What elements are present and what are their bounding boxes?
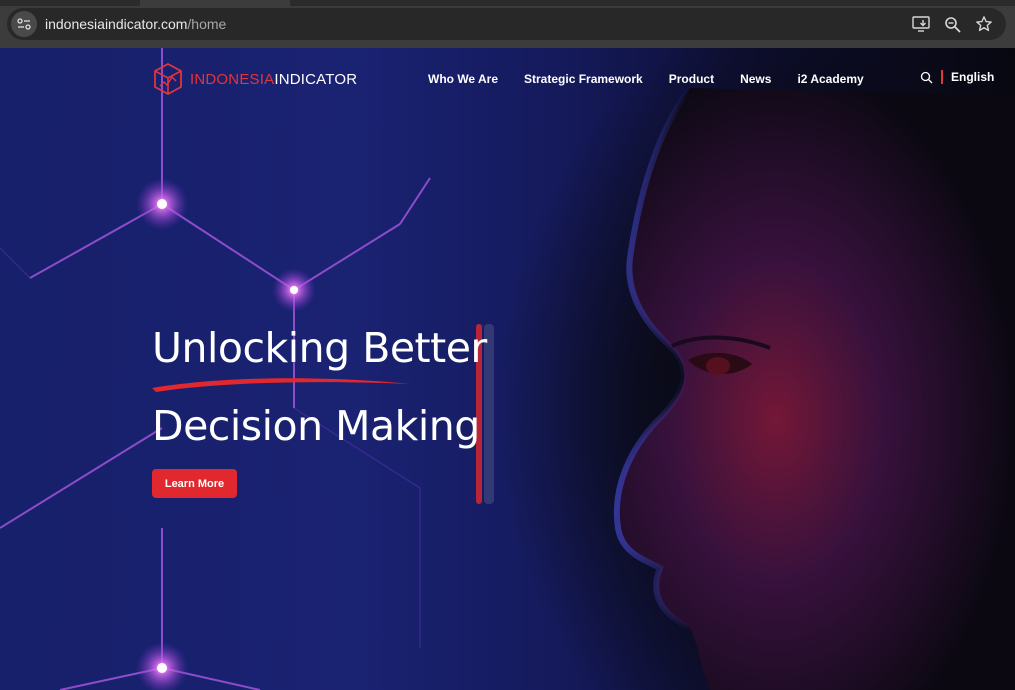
url-host: indonesiaindicator.com bbox=[45, 16, 188, 32]
tab-strip bbox=[0, 0, 1015, 6]
learn-more-button[interactable]: Learn More bbox=[152, 469, 237, 498]
nav-divider bbox=[941, 70, 943, 84]
url-path: /home bbox=[187, 16, 227, 32]
browser-chrome: indonesiaindicator.com/home bbox=[0, 0, 1015, 48]
brand-name-part1: INDONESIA bbox=[190, 70, 275, 88]
headline-underline-swoosh bbox=[152, 378, 410, 392]
main-nav: Who We Are Strategic Framework Product N… bbox=[428, 72, 864, 86]
nav-news[interactable]: News bbox=[740, 72, 771, 86]
search-icon[interactable] bbox=[920, 71, 933, 84]
language-selector[interactable]: English bbox=[951, 70, 994, 84]
nav-who-we-are[interactable]: Who We Are bbox=[428, 72, 498, 86]
nav-i2-academy[interactable]: i2 Academy bbox=[797, 72, 863, 86]
web-page: INDONESIAINDICATOR Who We Are Strategic … bbox=[0, 48, 1015, 690]
hero-headline-line1: Unlocking Better bbox=[152, 324, 487, 372]
brand-name: INDONESIAINDICATOR bbox=[190, 71, 357, 88]
site-info-icon[interactable] bbox=[11, 11, 37, 37]
install-app-icon[interactable] bbox=[910, 13, 932, 35]
zoom-icon[interactable] bbox=[941, 13, 963, 35]
brand-logo[interactable]: INDONESIAINDICATOR bbox=[152, 62, 357, 96]
address-bar[interactable]: indonesiaindicator.com/home bbox=[7, 8, 1006, 40]
nav-strategic-framework[interactable]: Strategic Framework bbox=[524, 72, 643, 86]
brand-name-part2: INDICATOR bbox=[274, 70, 358, 88]
cube-logo-icon bbox=[154, 62, 182, 96]
nav-product[interactable]: Product bbox=[669, 72, 714, 86]
hero-headline-line2: Decision Making bbox=[152, 402, 480, 450]
bookmark-star-icon[interactable] bbox=[973, 13, 995, 35]
active-tab[interactable] bbox=[140, 0, 290, 6]
url-text[interactable]: indonesiaindicator.com/home bbox=[45, 16, 226, 32]
nav-utilities: English bbox=[920, 70, 994, 84]
